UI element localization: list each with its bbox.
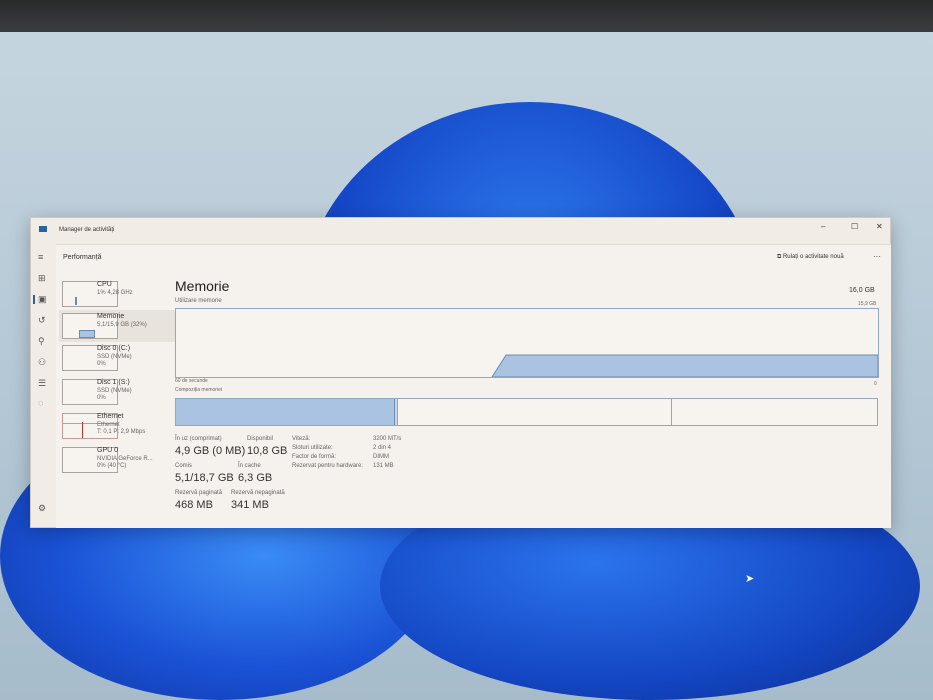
time-zero-label: 0 [874,381,877,387]
usage-graph-max: 15,9 GB [858,301,877,307]
minimize-button[interactable]: – [821,222,825,231]
sidebar-item-cpu[interactable]: CPU 1% 4,28 GHz [59,278,189,310]
usage-graph-label: Utilizare memorie [175,298,222,304]
hamburger-menu-icon[interactable]: ≡ [38,252,43,262]
item-detail: 5,1/15,9 GB (32%) [97,322,147,328]
available-value: 10,8 GB [247,445,288,457]
item-usage: T: 0,1 P: 2,9 Mbps [97,429,146,435]
window-title: Manager de activități [59,227,115,233]
spec-value: 131 MB [373,463,394,469]
spec-key: Sloturi utilizate: [292,445,333,451]
more-options-button[interactable]: ··· [873,252,881,261]
processes-icon[interactable]: ⊞ [38,273,46,284]
item-detail: Ethernet [97,422,120,428]
active-indicator [33,295,35,304]
usage-area [491,354,878,377]
details-icon[interactable]: ☰ [38,378,46,389]
standby-free-divider [671,399,672,425]
committed-label: Comis [175,463,193,469]
services-icon[interactable]: ◌ [38,398,43,408]
task-manager-window: Manager de activități – ☐ ✕ ≡ ⊞ ▣ ↺ ⚲ ⚇ … [30,217,891,528]
item-usage: 0% (40 °C) [97,463,127,469]
settings-gear-icon[interactable]: ⚙ [38,503,46,514]
item-name: CPU [97,281,112,288]
item-detail: SSD (NVMe) [97,354,132,360]
memory-usage-graph [175,308,879,378]
available-label: Disponibil [247,436,274,442]
performance-icon[interactable]: ▣ [38,294,47,305]
memory-heading: Memorie [175,278,230,294]
in-use-segment [176,399,394,425]
spec-value: 3200 MT/s [373,436,402,442]
item-name: Memorie [97,313,125,320]
committed-value: 5,1/18,7 GB [175,472,234,484]
spec-value: 2 din 4 [373,445,392,451]
close-button[interactable]: ✕ [876,222,883,231]
item-usage: 0% [97,361,106,367]
cached-label: În cache [238,463,261,469]
maximize-button[interactable]: ☐ [851,222,858,231]
sidebar-item-ethernet[interactable]: Ethernet Ethernet T: 0,1 P: 2,9 Mbps [59,410,189,444]
item-detail: NVIDIA GeForce R... [97,456,153,462]
memory-composition-bar [175,398,878,426]
page-title: Performanță [63,254,102,261]
in-use-label: În uz (comprimat) [175,436,222,442]
in-use-value: 4,9 GB (0 MB) [175,445,246,457]
item-usage: 0% [97,395,106,401]
monitor-bezel [0,0,933,32]
run-new-task-button[interactable]: ⧉ Rulați o activitate nouă [777,254,844,261]
spec-key: Viteză: [292,436,311,442]
app-history-icon[interactable]: ↺ [38,315,46,326]
sidebar-item-memory[interactable]: Memorie 5,1/15,9 GB (32%) [59,310,189,342]
item-name: Disc 0 (C:) [97,345,131,352]
sidebar-item-gpu0[interactable]: GPU 0 NVIDIA GeForce R... 0% (40 °C) [59,444,189,478]
total-memory: 16,0 GB [849,287,875,294]
modified-segment [394,399,398,425]
sidebar-item-disk1[interactable]: Disc 1 (S:) SSD (NVMe) 0% [59,376,189,410]
nonpaged-pool-label: Rezervă nepaginată [231,490,285,496]
sidebar-item-disk0[interactable]: Disc 0 (C:) SSD (NVMe) 0% [59,342,189,376]
users-icon[interactable]: ⚇ [38,357,46,368]
mouse-cursor-icon: ➤ [745,573,755,585]
nonpaged-pool-value: 341 MB [231,499,269,511]
item-name: Ethernet [97,413,124,420]
cached-value: 6,3 GB [238,472,273,484]
item-name: Disc 1 (S:) [97,379,130,386]
spec-key: Rezervat pentru hardware: [292,463,364,469]
composition-label: Compoziția memoriei [175,387,222,393]
paged-pool-value: 468 MB [175,499,213,511]
item-name: GPU 0 [97,447,119,454]
app-icon [39,226,47,232]
item-detail: SSD (NVMe) [97,388,132,394]
run-task-label: Rulați o activitate nouă [782,254,844,260]
time-span-label: 60 de secunde [175,378,208,384]
spec-key: Factor de formă: [292,454,337,460]
item-detail: 1% 4,28 GHz [97,290,133,296]
spec-value: DIMM [373,454,389,460]
paged-pool-label: Rezervă paginată [175,490,223,496]
resource-list: CPU 1% 4,28 GHz Memorie 5,1/15,9 GB (32%… [59,278,189,478]
startup-apps-icon[interactable]: ⚲ [38,336,45,347]
